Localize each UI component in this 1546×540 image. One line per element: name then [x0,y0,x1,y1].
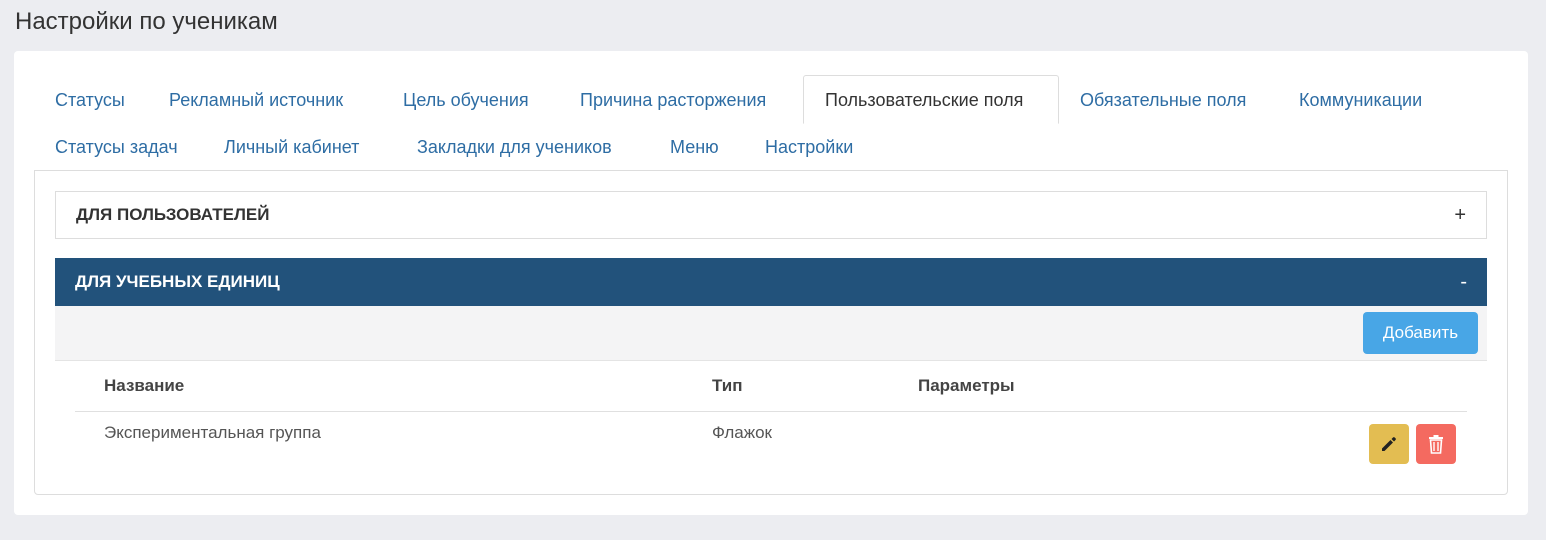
tab-required-fields[interactable]: Обязательные поля [1080,76,1246,124]
row-name: Экспериментальная группа [104,423,321,442]
tab-student-bookmarks[interactable]: Закладки для учеников [417,123,612,171]
settings-card: Статусы Рекламный источник Цель обучения… [14,51,1528,515]
panel-title-units: ДЛЯ УЧЕБНЫХ ЕДИНИЦ [75,272,280,291]
tab-termination-reason[interactable]: Причина расторжения [580,76,766,124]
page-title: Настройки по ученикам [15,8,278,35]
tab-study-goal[interactable]: Цель обучения [403,76,529,124]
column-header-params: Параметры [918,376,1015,395]
tab-menu[interactable]: Меню [670,123,719,171]
column-header-type: Тип [712,376,743,395]
edit-button[interactable] [1369,424,1409,464]
tab-ad-source[interactable]: Рекламный источник [169,76,343,124]
expand-icon[interactable]: + [1454,204,1466,227]
pencil-icon [1382,437,1396,451]
tab-personal-account[interactable]: Личный кабинет [224,123,359,171]
tab-content: ДЛЯ ПОЛЬЗОВАТЕЛЕЙ + ДЛЯ УЧЕБНЫХ ЕДИНИЦ -… [34,170,1508,495]
panel-header-users[interactable]: ДЛЯ ПОЛЬЗОВАТЕЛЕЙ + [55,191,1487,239]
delete-button[interactable] [1416,424,1456,464]
tab-settings[interactable]: Настройки [765,123,853,171]
add-button[interactable]: Добавить [1363,312,1478,354]
panel-toolbar: Добавить [55,306,1487,361]
tab-communications[interactable]: Коммуникации [1299,76,1422,124]
collapse-icon[interactable]: - [1460,271,1467,294]
tab-statuses[interactable]: Статусы [55,76,125,124]
column-header-name: Название [104,376,185,395]
panel-title-users: ДЛЯ ПОЛЬЗОВАТЕЛЕЙ [76,205,270,224]
row-type: Флажок [712,423,772,442]
table-header-divider [75,411,1467,412]
trash-icon [1429,435,1443,454]
panel-header-units[interactable]: ДЛЯ УЧЕБНЫХ ЕДИНИЦ - [55,258,1487,306]
tab-task-statuses[interactable]: Статусы задач [55,123,178,171]
tab-custom-fields[interactable]: Пользовательские поля [803,75,1059,124]
